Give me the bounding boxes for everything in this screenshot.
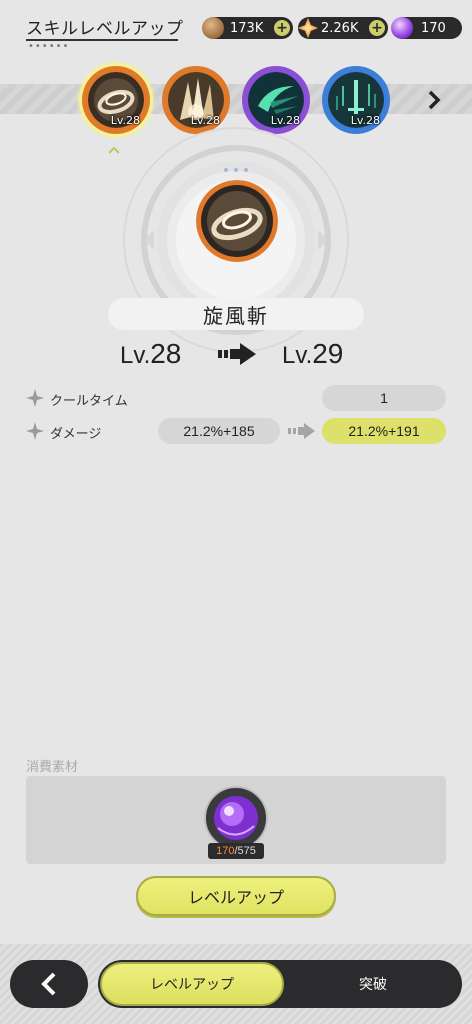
header-bar: スキルレベルアップ •••••• 173K + 2.26K + 170 [0, 0, 472, 56]
add-gem-button[interactable]: + [369, 20, 385, 36]
stat-row-damage: ダメージ 21.2%+185 21.2%+191 [0, 418, 472, 444]
materials-label: 消費素材 [26, 760, 79, 775]
stat-next-value: 21.2%+191 [322, 418, 446, 444]
next-level: Lv.29 [282, 338, 343, 370]
stat-label: クールタイム [50, 394, 128, 409]
material-need: 575 [237, 845, 256, 857]
current-level-number: 28 [150, 338, 182, 369]
currency-skill-orb: 170 [391, 17, 462, 39]
material-count: 170/575 [208, 843, 264, 859]
stat-arrow-icon [288, 423, 315, 439]
currency-gold: 173K + [202, 17, 293, 39]
whirlwind-slash-icon [196, 180, 278, 262]
skill-selector-strip [0, 84, 472, 114]
skill-name: 旋風斬 [108, 298, 364, 330]
back-button[interactable] [10, 960, 88, 1008]
star-crystal-icon [297, 17, 319, 39]
gold-amount: 173K [230, 20, 264, 36]
purple-orb-icon [391, 17, 413, 39]
level-prefix: Lv. [282, 342, 313, 369]
level-prefix: Lv. [120, 342, 151, 369]
skill-orb-amount: 170 [421, 20, 446, 36]
next-level-number: 29 [312, 338, 344, 369]
title-dots-decoration: •••••• [28, 41, 70, 52]
currency-gem: 2.26K + [298, 17, 388, 39]
stat-current-value: 21.2%+185 [158, 418, 280, 444]
gem-amount: 2.26K [321, 20, 359, 36]
stat-row-cooldown: クールタイム 1 [0, 385, 472, 411]
tab-level-up[interactable]: レベルアップ [100, 962, 284, 1006]
level-arrow-icon [218, 343, 256, 365]
add-gold-button[interactable]: + [274, 20, 290, 36]
gold-coin-icon [202, 17, 224, 39]
chevron-right-icon[interactable] [424, 86, 446, 114]
tab-breakthrough[interactable]: 突破 [290, 962, 456, 1006]
sparkle-icon [26, 422, 44, 440]
purple-orb-icon[interactable] [204, 786, 268, 850]
current-level: Lv.28 [120, 338, 181, 370]
level-up-button[interactable]: レベルアップ [136, 876, 336, 916]
material-have: 170 [216, 845, 235, 857]
sparkle-icon [26, 389, 44, 407]
chevron-left-icon [41, 972, 56, 996]
stat-label: ダメージ [50, 427, 102, 442]
page-title: スキルレベルアップ [26, 19, 184, 39]
stat-value: 1 [322, 385, 446, 411]
